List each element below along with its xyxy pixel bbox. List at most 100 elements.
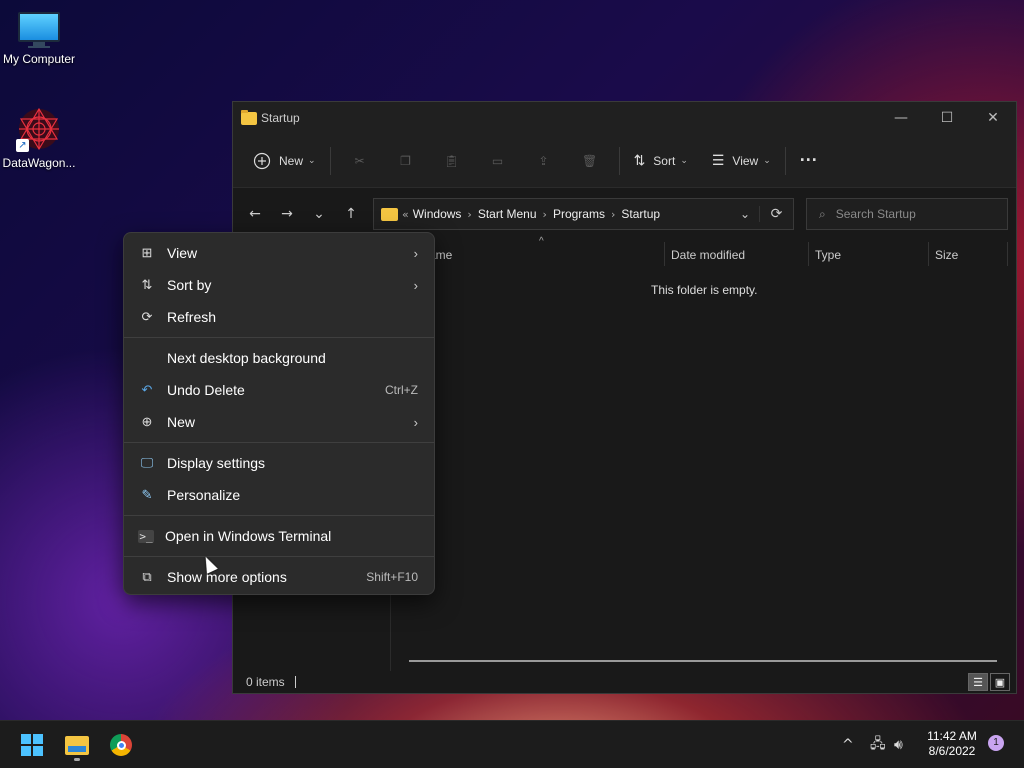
breadcrumb-separator-icon[interactable]: ›	[467, 208, 471, 221]
column-header-date-modified[interactable]: Date modified	[671, 248, 745, 262]
column-header-type[interactable]: Type	[815, 248, 841, 262]
shortcut-hint: Shift+F10	[366, 570, 418, 584]
breadcrumb-separator-icon[interactable]: ›	[543, 208, 547, 221]
menu-item-personalize[interactable]: ✎ Personalize	[124, 479, 434, 511]
network-icon[interactable]: 🖧︎	[870, 721, 886, 768]
breadcrumb-separator-icon[interactable]: ›	[611, 208, 615, 221]
minimize-button[interactable]: —	[878, 102, 924, 134]
copy-icon[interactable]: ❐	[390, 144, 422, 178]
menu-item-refresh[interactable]: ⟳ Refresh	[124, 301, 434, 333]
status-bar: 0 items ☰ ▣	[233, 671, 1016, 693]
menu-item-show-more-options[interactable]: ⧉ Show more options Shift+F10	[124, 561, 434, 593]
chrome-icon	[110, 734, 132, 756]
notification-badge[interactable]: 1	[988, 735, 1004, 751]
rename-icon[interactable]: ▭	[482, 144, 514, 178]
menu-item-display-settings[interactable]: 🖵︎ Display settings	[124, 447, 434, 479]
grid-icon: ⊞	[141, 245, 153, 260]
overflow-icon[interactable]: «	[402, 208, 409, 221]
menu-divider	[124, 515, 434, 516]
menu-item-label: Undo Delete	[167, 382, 245, 398]
undo-icon: ↶	[141, 382, 153, 397]
shortcut-hint: Ctrl+Z	[385, 383, 418, 397]
plus-circle-icon	[253, 152, 271, 169]
forward-button[interactable]: →	[271, 198, 303, 230]
running-indicator	[74, 758, 80, 761]
start-button[interactable]	[16, 729, 48, 761]
address-bar[interactable]: « Windows › Start Menu › Programs › Star…	[373, 198, 794, 230]
paste-icon[interactable]: 📋︎	[436, 144, 468, 178]
menu-item-label: Open in Windows Terminal	[165, 528, 332, 544]
maximize-button[interactable]: ☐	[924, 102, 970, 134]
title-bar[interactable]: Startup — ☐ ✕	[233, 102, 1016, 134]
address-history-chevron-icon[interactable]: ⌄	[731, 207, 759, 221]
sort-button-label: Sort	[653, 153, 676, 168]
refresh-icon[interactable]: ⟳	[759, 206, 793, 222]
menu-item-label: Personalize	[167, 487, 241, 503]
chevron-down-icon: ⌄	[763, 155, 771, 165]
menu-item-open-in-windows-terminal[interactable]: >_ Open in Windows Terminal	[124, 520, 434, 552]
menu-item-label: View	[167, 245, 198, 261]
menu-divider	[124, 337, 434, 338]
recent-locations-button[interactable]: ⌄	[303, 198, 335, 230]
clock-time: 11:42 AM	[927, 729, 977, 743]
window-title: Startup	[261, 111, 300, 125]
menu-item-next-desktop-background[interactable]: Next desktop background	[124, 342, 434, 374]
tiles-view-button[interactable]: ▣	[990, 673, 1010, 691]
search-icon: ⌕	[819, 206, 826, 221]
clock[interactable]: 11:42 AM 8/6/2022	[920, 729, 984, 759]
menu-item-new[interactable]: ⊕ New ›	[124, 406, 434, 438]
chevron-right-icon: ›	[413, 277, 418, 293]
windows-logo-icon	[21, 734, 43, 756]
menu-item-sort-by[interactable]: ⇅ Sort by ›	[124, 269, 434, 301]
horizontal-scrollbar[interactable]	[409, 660, 997, 662]
folder-icon	[241, 109, 257, 125]
plus-circle-icon: ⊕	[141, 414, 153, 429]
desktop-icon-label: DataWagon...	[2, 156, 76, 170]
sort-button[interactable]: ⇅ Sort ⌄	[626, 144, 696, 178]
back-button[interactable]: ←	[239, 198, 271, 230]
cut-icon[interactable]: ✂	[344, 144, 376, 178]
share-icon[interactable]: ⇪	[528, 144, 560, 178]
new-button[interactable]: New ⌄	[245, 144, 324, 178]
menu-item-label: Refresh	[167, 309, 217, 325]
desktop-icon-my-computer[interactable]: My Computer	[0, 12, 78, 66]
volume-icon[interactable]: 🔊︎	[894, 721, 903, 768]
menu-item-view[interactable]: ⊞ View ›	[124, 237, 434, 269]
delete-icon[interactable]: 🗑︎	[574, 144, 606, 178]
menu-item-label: Show more options	[167, 569, 287, 585]
view-button-label: View	[732, 153, 759, 168]
search-input[interactable]: ⌕ Search Startup	[806, 198, 1008, 230]
details-view-button[interactable]: ☰	[968, 673, 988, 691]
more-options-icon: ⧉	[142, 569, 152, 584]
taskbar-file-explorer[interactable]	[61, 729, 93, 761]
close-button[interactable]: ✕	[970, 102, 1016, 134]
breadcrumb-windows[interactable]: Windows	[413, 207, 462, 221]
empty-folder-message: This folder is empty.	[651, 283, 758, 297]
desktop-context-menu: ⊞ View › ⇅ Sort by › ⟳ Refresh Next desk…	[123, 232, 435, 595]
folder-icon	[381, 207, 398, 221]
desktop-icon-datawagon[interactable]: ↗ DataWagon...	[0, 106, 78, 170]
new-button-label: New	[279, 153, 304, 168]
breadcrumb-startup[interactable]: Startup	[621, 207, 660, 221]
up-button[interactable]: ↑	[335, 198, 367, 230]
menu-item-label: New	[167, 414, 196, 430]
shortcut-arrow-icon: ↗	[16, 139, 29, 152]
show-hidden-icons-button[interactable]: ^	[842, 721, 854, 768]
menu-item-label: Sort by	[167, 277, 212, 293]
clock-date: 8/6/2022	[928, 744, 976, 758]
view-button[interactable]: ☰ View ⌄	[704, 144, 779, 178]
breadcrumb-programs[interactable]: Programs	[553, 207, 605, 221]
column-headers: ame ^ Date modified Type Size	[391, 236, 1016, 270]
status-divider	[294, 676, 296, 688]
taskbar-chrome[interactable]	[105, 729, 137, 761]
more-options-button[interactable]: ···	[792, 144, 826, 178]
breadcrumb-start-menu[interactable]: Start Menu	[478, 207, 537, 221]
sort-ascending-icon: ^	[539, 236, 544, 247]
menu-divider	[124, 442, 434, 443]
column-header-size[interactable]: Size	[935, 248, 958, 262]
chevron-right-icon: ›	[413, 414, 418, 430]
menu-divider	[124, 556, 434, 557]
command-bar: New ⌄ ✂ ❐ 📋︎ ▭ ⇪ 🗑︎ ⇅ Sort ⌄ ☰ View ⌄ ··…	[233, 134, 1016, 188]
menu-item-undo-delete[interactable]: ↶ Undo Delete Ctrl+Z	[124, 374, 434, 406]
refresh-icon: ⟳	[141, 309, 153, 324]
